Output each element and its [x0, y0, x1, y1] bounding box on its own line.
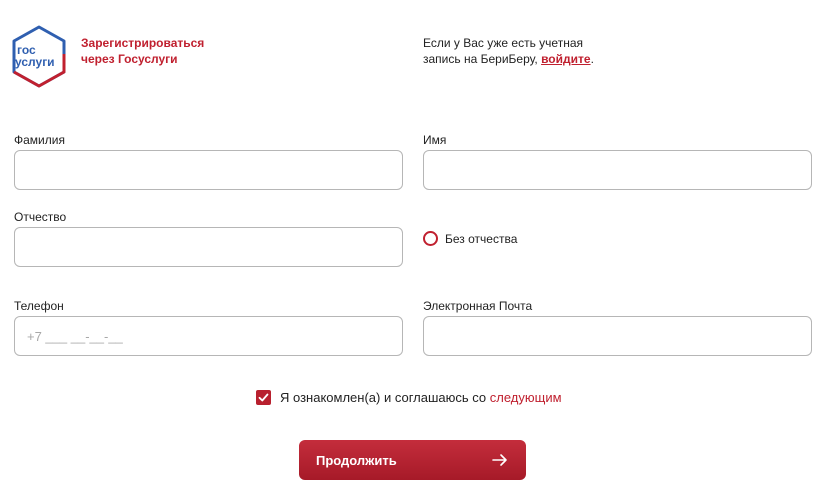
phone-input[interactable]	[14, 316, 403, 356]
continue-button-label: Продолжить	[316, 453, 397, 468]
checkmark-icon	[258, 393, 269, 402]
email-label: Электронная Почта	[423, 299, 533, 313]
email-input[interactable]	[423, 316, 812, 356]
patronymic-label: Отчество	[14, 210, 67, 224]
gosuslugi-link-line2: через Госуслуги	[81, 52, 178, 66]
first-name-input[interactable]	[423, 150, 812, 190]
login-link[interactable]: войдите	[541, 52, 590, 66]
last-name-label: Фамилия	[14, 133, 65, 147]
no-patronymic-label[interactable]: Без отчества	[445, 232, 517, 246]
patronymic-input[interactable]	[14, 227, 403, 267]
consent-terms-link[interactable]: следующим	[490, 390, 562, 405]
gosuslugi-link-line1: Зарегистрироваться	[81, 36, 205, 50]
arrow-right-icon	[492, 454, 507, 466]
consent-checkbox[interactable]	[256, 390, 271, 405]
login-note-line2: запись на БериБеру,	[423, 52, 542, 66]
gosuslugi-hexagon-icon: гос услуги	[12, 25, 66, 88]
login-note: Если у Вас уже есть учетная запись на Бе…	[423, 35, 663, 67]
consent-label: Я ознакомлен(а) и соглашаюсь со	[280, 390, 490, 405]
register-via-gosuslugi-link[interactable]: Зарегистрироваться через Госуслуги	[81, 35, 221, 67]
first-name-label: Имя	[423, 133, 447, 147]
gosuslugi-logo-line2: услуги	[15, 55, 55, 69]
continue-button[interactable]: Продолжить	[299, 440, 526, 480]
consent-text: Я ознакомлен(а) и соглашаюсь со следующи…	[280, 390, 562, 406]
no-patronymic-radio[interactable]	[423, 231, 438, 246]
phone-label: Телефон	[14, 299, 64, 313]
login-note-suffix: .	[590, 52, 594, 66]
gosuslugi-logo[interactable]: гос услуги	[9, 24, 69, 90]
login-note-line1: Если у Вас уже есть учетная	[423, 36, 584, 50]
last-name-input[interactable]	[14, 150, 403, 190]
